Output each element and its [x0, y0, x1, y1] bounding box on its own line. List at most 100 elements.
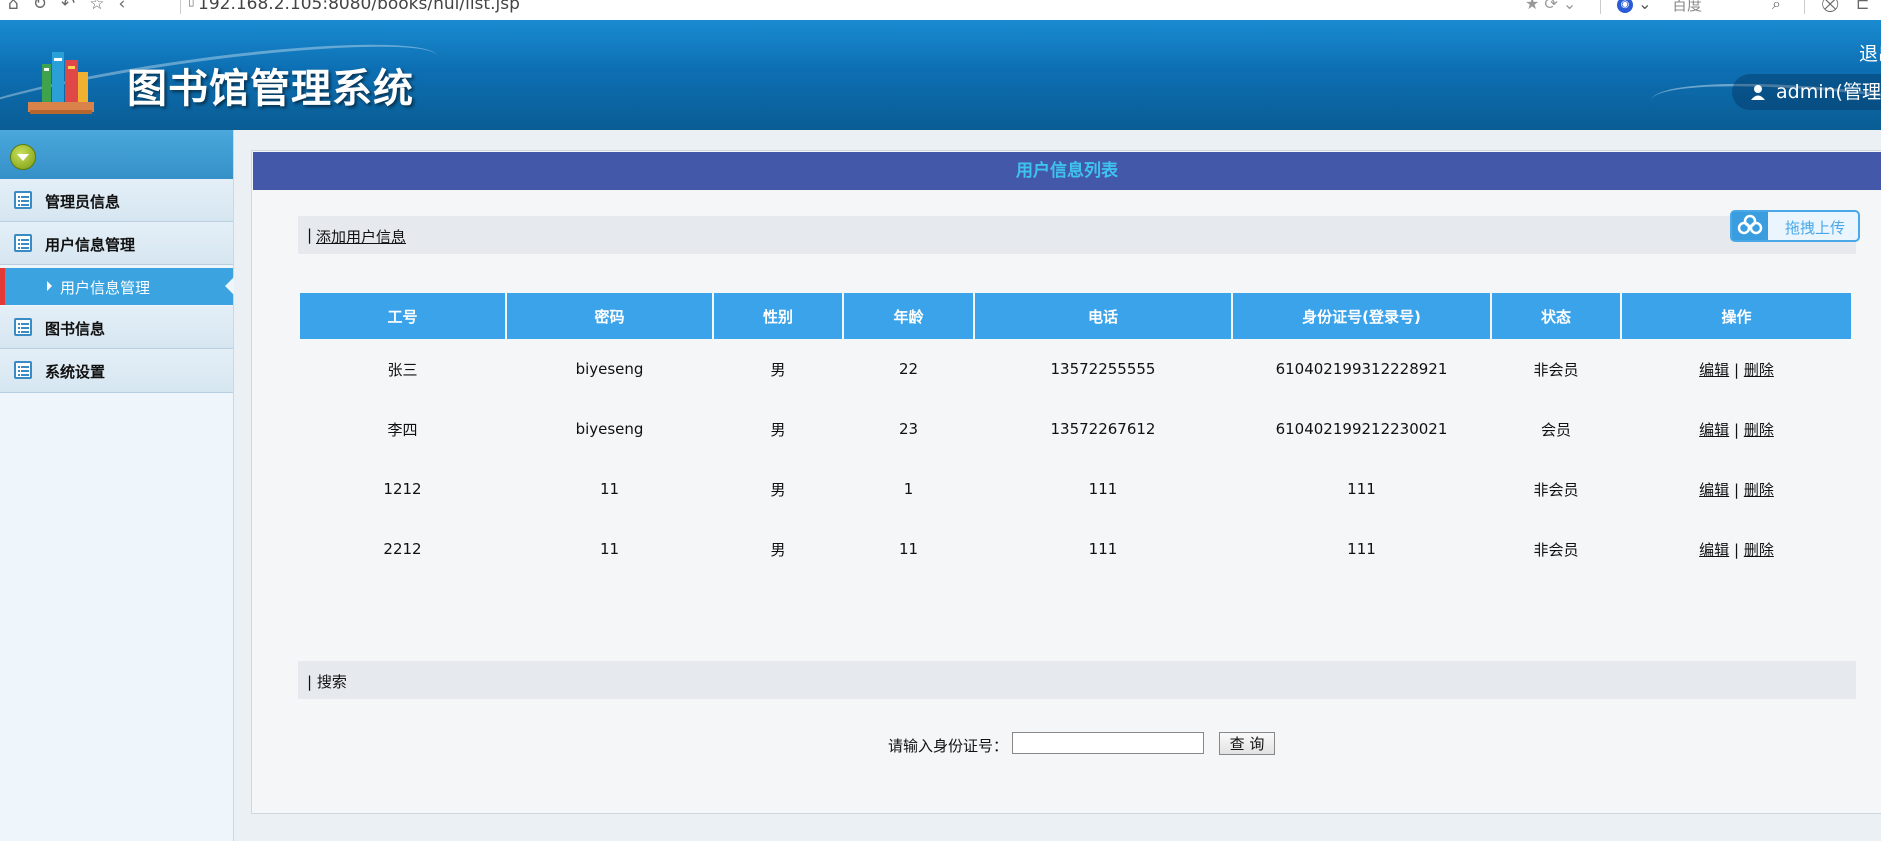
- edit-link[interactable]: 编辑: [1699, 541, 1729, 559]
- cell-status: 非会员: [1533, 480, 1579, 499]
- divider: [1804, 0, 1805, 14]
- delete-link[interactable]: 删除: [1744, 481, 1774, 499]
- action-separator: |: [1733, 480, 1740, 499]
- cell-actions: 编辑 | 删除: [1622, 519, 1851, 579]
- cell-phone: 111: [1088, 540, 1118, 558]
- cell-age: 22: [898, 360, 919, 378]
- search-label: 请输入身份证号：: [888, 737, 1009, 755]
- browser-toolbar: ⌂↻↶☆‹ ▯ 192.168.2.105:8080/books/hui/lis…: [0, 0, 1881, 21]
- app-header: 图书馆管理系统 退出 admin(管理员): [0, 20, 1881, 130]
- column-header: 密码: [507, 293, 712, 339]
- action-separator: |: [1733, 360, 1740, 379]
- cloud-upload-icon: [1732, 212, 1768, 240]
- sidebar: 管理员信息 用户信息管理: [0, 130, 234, 841]
- id-number-input[interactable]: [1012, 732, 1204, 754]
- column-header: 电话: [975, 293, 1231, 339]
- toolbar-add: |: [298, 216, 1856, 254]
- caret-right-icon: [47, 281, 52, 291]
- cell-age: 23: [898, 420, 919, 438]
- logout-link[interactable]: 退出: [1859, 39, 1881, 66]
- cell-gender: 男: [770, 420, 786, 439]
- cell-id: 2212: [383, 540, 422, 558]
- active-notch: [225, 277, 234, 295]
- cell-id-number: 111: [1347, 480, 1376, 498]
- active-indicator: [0, 268, 5, 305]
- table-row: 张三 biyeseng 男 22 13572255555 61040219931…: [300, 339, 1851, 399]
- cell-id-number: 610402199212230021: [1275, 420, 1448, 438]
- list-icon: [14, 318, 32, 336]
- cell-gender: 男: [770, 360, 786, 379]
- current-user-badge[interactable]: admin(管理员): [1732, 74, 1881, 110]
- delete-link[interactable]: 删除: [1744, 361, 1774, 379]
- cell-password: biyeseng: [575, 360, 644, 378]
- upload-label: 拖拽上传: [1785, 219, 1846, 237]
- address-bar[interactable]: 192.168.2.105:8080/books/hui/list.jsp: [198, 0, 520, 14]
- sidebar-item-label: 系统设置: [45, 363, 106, 381]
- page-info-icon[interactable]: ▯: [188, 0, 195, 8]
- cell-id-number: 111: [1347, 540, 1376, 558]
- cell-status: 会员: [1540, 420, 1571, 439]
- delete-link[interactable]: 删除: [1744, 541, 1774, 559]
- cell-phone: 13572267612: [1050, 420, 1156, 438]
- edit-link[interactable]: 编辑: [1699, 481, 1729, 499]
- action-separator: |: [1733, 420, 1740, 439]
- extension-icon[interactable]: ⊏: [1856, 0, 1869, 13]
- username: admin(管理员): [1776, 81, 1881, 103]
- cell-id: 1212: [383, 480, 422, 498]
- cell-age: 1: [903, 480, 914, 498]
- sidebar-item-label: 用户信息管理: [45, 236, 136, 254]
- sidebar-item-admin-info[interactable]: 管理员信息: [0, 179, 233, 222]
- column-header: 性别: [714, 293, 842, 339]
- browser-nav-icons[interactable]: ⌂↻↶☆‹: [8, 0, 139, 14]
- cell-actions: 编辑 | 删除: [1622, 399, 1851, 459]
- delete-link[interactable]: 删除: [1744, 421, 1774, 439]
- column-header: 年龄: [844, 293, 973, 339]
- cell-actions: 编辑 | 删除: [1622, 339, 1851, 399]
- edit-link[interactable]: 编辑: [1699, 421, 1729, 439]
- bookmark-icons[interactable]: ★ ⟳ ⌄: [1525, 0, 1576, 13]
- cell-age: 11: [898, 540, 919, 558]
- search-engine-selector[interactable]: ◉ ⌄: [1617, 0, 1652, 13]
- table-row: 2212 11 男 11 111 111 非会员 编辑 | 删除: [300, 519, 1851, 579]
- table-row: 李四 biyeseng 男 23 13572267612 61040219921…: [300, 399, 1851, 459]
- divider: [180, 0, 181, 14]
- sidebar-item-user-management[interactable]: 用户信息管理: [0, 222, 233, 265]
- add-user-link[interactable]: 添加用户信息: [316, 226, 406, 247]
- cell-password: biyeseng: [575, 420, 644, 438]
- cell-phone: 13572255555: [1050, 360, 1156, 378]
- list-icon: [14, 191, 32, 209]
- search-icon[interactable]: ⌕: [1772, 0, 1781, 14]
- sidebar-item-book-info[interactable]: 图书信息: [0, 306, 233, 349]
- system-title: 图书馆管理系统: [127, 66, 414, 112]
- sidebar-top-bar: [0, 130, 233, 179]
- cell-status: 非会员: [1533, 540, 1579, 559]
- search-section-header: | 搜索: [298, 661, 1856, 699]
- cart-icon[interactable]: ⛒: [1822, 0, 1838, 14]
- divider: [1600, 0, 1601, 14]
- separator: |: [307, 226, 313, 244]
- cell-phone: 111: [1088, 480, 1118, 498]
- sidebar-item-label: 图书信息: [45, 320, 106, 338]
- edit-link[interactable]: 编辑: [1699, 361, 1729, 379]
- column-header: 操作: [1622, 293, 1851, 339]
- cell-actions: 编辑 | 删除: [1622, 459, 1851, 519]
- cell-password: 11: [599, 540, 620, 558]
- user-icon: [1751, 85, 1765, 100]
- list-icon: [14, 234, 32, 252]
- query-button[interactable]: 查 询: [1219, 732, 1275, 755]
- books-logo-icon: [28, 52, 94, 114]
- cell-id: 张三: [387, 360, 418, 379]
- search-engine-name[interactable]: 百度: [1672, 0, 1702, 15]
- sidebar-item-label: 管理员信息: [45, 193, 121, 211]
- sidebar-item-system-settings[interactable]: 系统设置: [0, 349, 233, 393]
- column-header: 工号: [300, 293, 505, 339]
- action-separator: |: [1733, 540, 1740, 559]
- drag-upload-button[interactable]: 拖拽上传: [1730, 210, 1860, 242]
- collapse-toggle-icon[interactable]: [10, 144, 36, 170]
- sidebar-subitem-user-management[interactable]: 用户信息管理: [0, 268, 234, 305]
- cell-password: 11: [599, 480, 620, 498]
- table-header-row: 工号 密码 性别 年龄 电话 身份证号(登录号) 状态 操作: [300, 293, 1851, 339]
- cell-gender: 男: [770, 540, 786, 559]
- cell-gender: 男: [770, 480, 786, 499]
- user-table: 工号 密码 性别 年龄 电话 身份证号(登录号) 状态 操作 张三 biyese…: [298, 293, 1853, 579]
